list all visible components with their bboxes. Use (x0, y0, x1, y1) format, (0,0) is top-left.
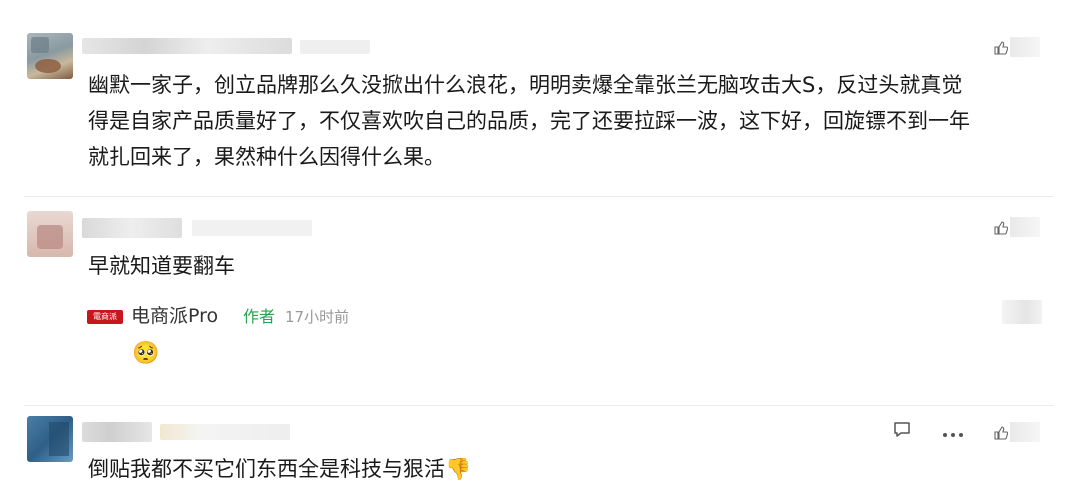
more-button[interactable] (940, 420, 966, 444)
username-blurred (82, 422, 152, 442)
divider (24, 405, 1054, 406)
like-button[interactable] (994, 300, 1042, 326)
comment-text: 倒贴我都不买它们东西全是科技与狠活👎 (88, 457, 472, 481)
avatar[interactable] (27, 211, 73, 257)
like-button[interactable] (994, 419, 1042, 445)
author-logo: 電商派 (87, 310, 123, 324)
meta-blurred (300, 40, 370, 54)
thumbs-up-icon (994, 425, 1009, 444)
comment-text-line: 幽默一家子，创立品牌那么久没掀出什么浪花，明明卖爆全靠张兰无脑攻击大S，反过头就… (88, 73, 963, 97)
comment-icon (892, 420, 912, 444)
reply-button[interactable] (890, 420, 914, 444)
reply-time: 17小时前 (285, 308, 350, 326)
username-blurred (82, 38, 292, 54)
avatar[interactable] (27, 33, 73, 79)
more-icon (942, 423, 964, 442)
like-button[interactable] (994, 34, 1042, 60)
divider (24, 196, 1054, 197)
like-button[interactable] (994, 214, 1042, 240)
pleading-face-emoji: 🥺 (132, 341, 160, 366)
comment-text-line: 得是自家产品质量好了，不仅喜欢吹自己的品质，完了还要拉踩一波，这下好，回旋镖不到… (88, 109, 970, 133)
meta-blurred (160, 424, 290, 440)
author-badge: 作者 (243, 307, 276, 326)
reply-author-name[interactable]: 电商派Pro (131, 302, 218, 330)
comment-text-line: 就扎回来了，果然种什么因得什么果。 (88, 145, 445, 169)
thumbs-up-icon (994, 40, 1009, 59)
avatar[interactable] (27, 416, 73, 462)
meta-blurred (192, 220, 312, 236)
comment-text: 早就知道要翻车 (88, 254, 235, 278)
thumbs-up-icon (994, 220, 1009, 239)
username-blurred (82, 218, 182, 238)
